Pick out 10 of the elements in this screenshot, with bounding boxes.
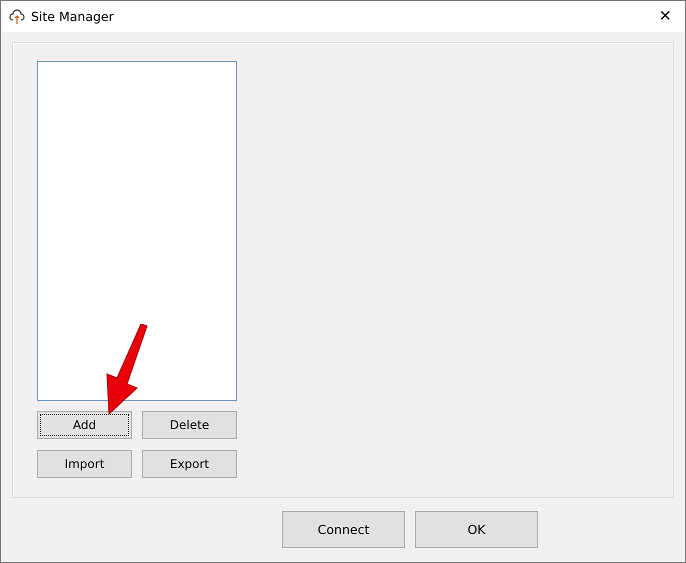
site-action-button[interactable]: Export: [142, 450, 237, 478]
site-action-button[interactable]: Delete: [142, 411, 237, 439]
site-list[interactable]: [37, 61, 237, 401]
site-action-button[interactable]: Add: [37, 411, 132, 439]
dialog-button[interactable]: OK: [415, 511, 538, 548]
dialog-button[interactable]: Connect: [282, 511, 405, 548]
site-action-button[interactable]: Import: [37, 450, 132, 478]
window-title: Site Manager: [31, 9, 115, 24]
close-button[interactable]: ×: [653, 5, 677, 28]
cloud-icon: [9, 8, 25, 24]
